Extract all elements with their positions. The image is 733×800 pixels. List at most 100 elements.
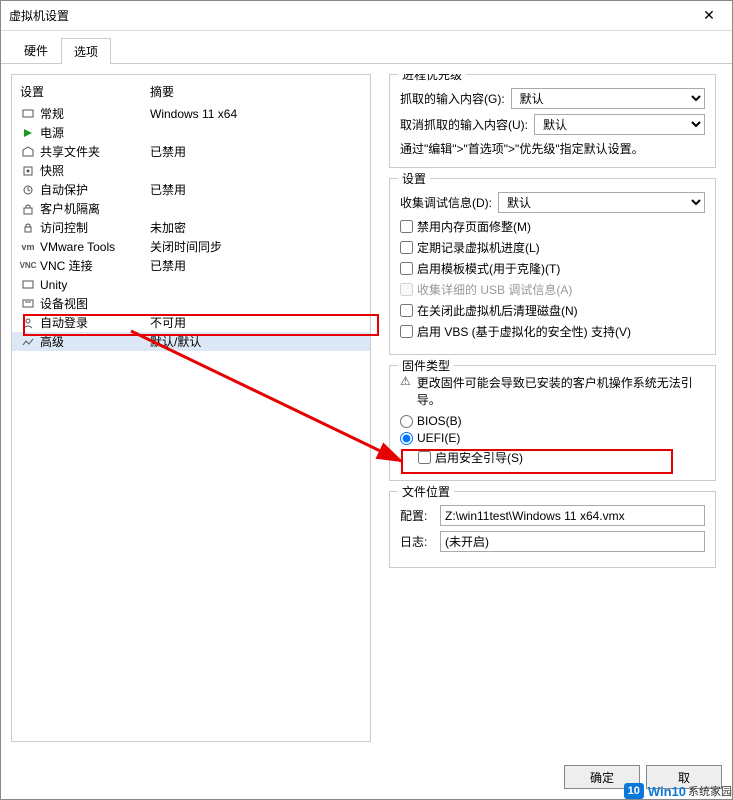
list-item-label: 访问控制	[40, 219, 150, 236]
checkbox-cleandisk[interactable]	[400, 304, 413, 317]
list-item-summary: 未加密	[150, 219, 186, 236]
autoprotect-clock-icon	[20, 183, 36, 197]
watermark-badge: 10	[624, 783, 644, 799]
list-item[interactable]: 客户机隔离	[12, 199, 370, 218]
checkbox-cleandisk-label: 在关闭此虚拟机后清理磁盘(N)	[417, 302, 578, 319]
list-item-summary: 已禁用	[150, 257, 186, 274]
header-setting: 设置	[20, 83, 150, 100]
list-item-label: 快照	[40, 162, 150, 179]
list-item-label: 设备视图	[40, 295, 150, 312]
fieldset-priority: 进程优先级 抓取的输入内容(G): 默认 取消抓取的输入内容(U): 默认 通过…	[389, 74, 716, 168]
list-item-label: 电源	[40, 124, 150, 141]
list-item[interactable]: VNC VNC 连接已禁用	[12, 256, 370, 275]
access-control-lock-icon	[20, 221, 36, 235]
snapshot-icon	[20, 164, 36, 178]
config-label: 配置:	[400, 507, 434, 524]
list-item-label: Unity	[40, 278, 150, 292]
firmware-warning: 更改固件可能会导致已安装的客户机操作系统无法引导。	[417, 374, 705, 408]
list-item[interactable]: 访问控制未加密	[12, 218, 370, 237]
general-icon	[20, 107, 36, 121]
log-path-input[interactable]	[440, 531, 705, 552]
list-item-label: 自动保护	[40, 181, 150, 198]
watermark-text2: 系统家园	[688, 783, 732, 799]
list-item-label: 自动登录	[40, 314, 150, 331]
window-title: 虚拟机设置	[9, 7, 694, 24]
list-item-summary: 默认/默认	[150, 333, 201, 350]
list-item-label: 客户机隔离	[40, 200, 150, 217]
radio-bios[interactable]	[400, 415, 413, 428]
vmware-tools-icon: vm	[20, 240, 36, 254]
ungrabbed-input-select[interactable]: 默认	[534, 114, 705, 135]
list-item-summary: 不可用	[150, 314, 186, 331]
checkbox-usbverbose-label: 收集详细的 USB 调试信息(A)	[417, 281, 572, 298]
list-item-label: 共享文件夹	[40, 143, 150, 160]
checkbox-logperiodic[interactable]	[400, 241, 413, 254]
list-item[interactable]: Unity	[12, 275, 370, 294]
shared-folder-icon	[20, 145, 36, 159]
right-panel: 进程优先级 抓取的输入内容(G): 默认 取消抓取的输入内容(U): 默认 通过…	[381, 74, 722, 742]
list-item[interactable]: 电源	[12, 123, 370, 142]
checkbox-vbs[interactable]	[400, 325, 413, 338]
close-icon[interactable]: ✕	[694, 7, 724, 24]
tab-hardware[interactable]: 硬件	[11, 37, 61, 63]
checkbox-vbs-label: 启用 VBS (基于虚拟化的安全性) 支持(V)	[417, 323, 631, 340]
vm-settings-window: 虚拟机设置 ✕ 硬件 选项 设置 摘要 常规Windows 11 x64电源共享…	[0, 0, 733, 800]
fieldset-settings-label: 设置	[398, 170, 430, 187]
list-item[interactable]: 自动保护已禁用	[12, 180, 370, 199]
log-label: 日志:	[400, 533, 434, 550]
checkbox-logperiodic-label: 定期记录虚拟机进度(L)	[417, 239, 540, 256]
list-item-summary: 已禁用	[150, 181, 186, 198]
tab-strip: 硬件 选项	[1, 31, 732, 64]
settings-list-header: 设置 摘要	[12, 79, 370, 104]
power-play-icon	[20, 126, 36, 140]
list-item-label: VNC 连接	[40, 257, 150, 274]
ungrabbed-input-label: 取消抓取的输入内容(U):	[400, 116, 528, 133]
list-item[interactable]: 常规Windows 11 x64	[12, 104, 370, 123]
debug-label: 收集调试信息(D):	[400, 194, 492, 211]
fieldset-firmware: 固件类型 ⚠ 更改固件可能会导致已安装的客户机操作系统无法引导。 BIOS(B)…	[389, 365, 716, 481]
checkbox-secureboot-label: 启用安全引导(S)	[435, 449, 523, 466]
grabbed-input-select[interactable]: 默认	[511, 88, 705, 109]
list-item[interactable]: 设备视图	[12, 294, 370, 313]
watermark-text1: Win10	[648, 784, 686, 799]
radio-bios-label: BIOS(B)	[417, 414, 462, 428]
fieldset-priority-label: 进程优先级	[398, 74, 466, 83]
fieldset-firmware-label: 固件类型	[398, 357, 454, 374]
fieldset-filelocation: 文件位置 配置: 日志:	[389, 491, 716, 568]
checkbox-memtrim[interactable]	[400, 220, 413, 233]
watermark: 10 Win10 系统家园	[624, 783, 732, 799]
tab-options[interactable]: 选项	[61, 38, 111, 64]
grabbed-input-label: 抓取的输入内容(G):	[400, 90, 505, 107]
priority-note: 通过"编辑">"首选项">"优先级"指定默认设置。	[400, 140, 705, 157]
checkbox-secureboot[interactable]	[418, 451, 431, 464]
settings-list: 设置 摘要 常规Windows 11 x64电源共享文件夹已禁用快照自动保护已禁…	[11, 74, 371, 742]
list-item[interactable]: 快照	[12, 161, 370, 180]
config-path-input[interactable]	[440, 505, 705, 526]
fieldset-settings: 设置 收集调试信息(D): 默认 禁用内存页面修整(M) 定期记录虚拟机进度(L…	[389, 178, 716, 355]
radio-uefi-label: UEFI(E)	[417, 431, 460, 445]
titlebar: 虚拟机设置 ✕	[1, 1, 732, 31]
vnc-icon: VNC	[20, 259, 36, 273]
list-item[interactable]: vm VMware Tools关闭时间同步	[12, 237, 370, 256]
checkbox-usbverbose	[400, 283, 413, 296]
autologon-user-icon	[20, 316, 36, 330]
device-view-icon	[20, 297, 36, 311]
content-area: 设置 摘要 常规Windows 11 x64电源共享文件夹已禁用快照自动保护已禁…	[1, 64, 732, 752]
list-item[interactable]: 共享文件夹已禁用	[12, 142, 370, 161]
checkbox-template[interactable]	[400, 262, 413, 275]
list-item-label: VMware Tools	[40, 240, 150, 254]
list-item-label: 高级	[40, 333, 150, 350]
radio-uefi[interactable]	[400, 432, 413, 445]
guest-isolation-lock-icon	[20, 202, 36, 216]
list-item-label: 常规	[40, 105, 150, 122]
fieldset-filelocation-label: 文件位置	[398, 483, 454, 500]
list-item-summary: Windows 11 x64	[150, 107, 237, 121]
unity-icon	[20, 278, 36, 292]
warning-icon: ⚠	[400, 374, 411, 388]
list-item[interactable]: 高级默认/默认	[12, 332, 370, 351]
list-item[interactable]: 自动登录不可用	[12, 313, 370, 332]
list-item-summary: 关闭时间同步	[150, 238, 222, 255]
debug-select[interactable]: 默认	[498, 192, 705, 213]
advanced-chart-icon	[20, 335, 36, 349]
checkbox-memtrim-label: 禁用内存页面修整(M)	[417, 218, 531, 235]
